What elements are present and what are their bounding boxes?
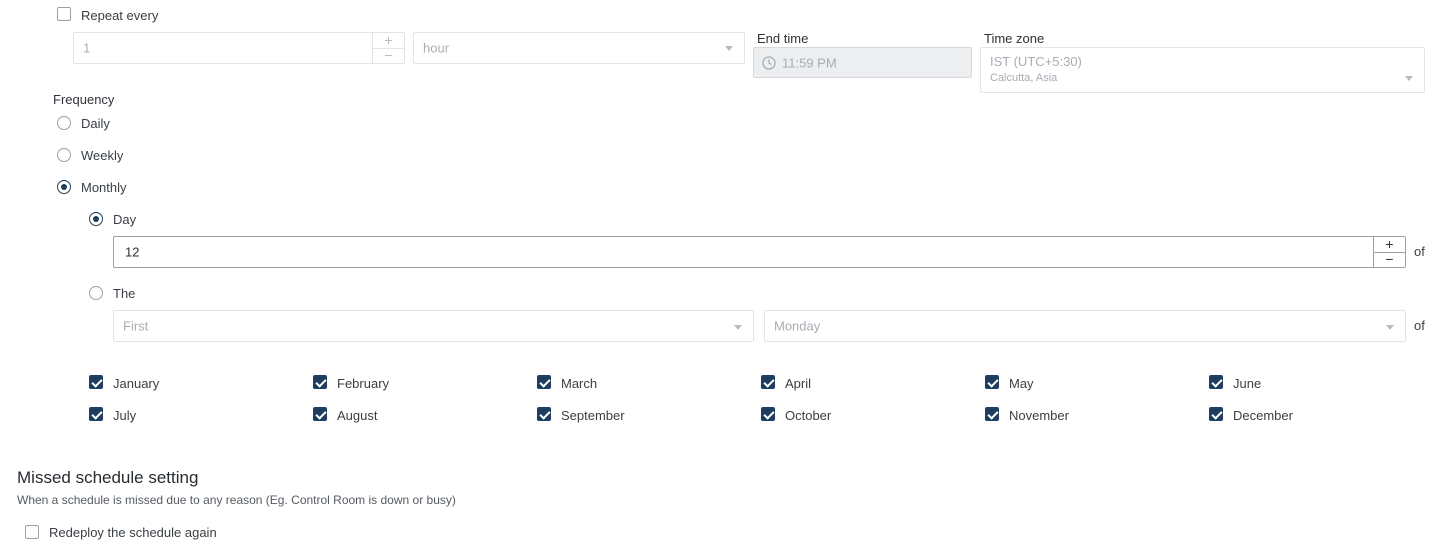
monthly-day-radio[interactable] <box>89 212 103 226</box>
month-may-label: May <box>1009 376 1034 391</box>
missed-schedule-description: When a schedule is missed due to any rea… <box>17 493 456 507</box>
repeat-every-label: Repeat every <box>81 8 159 23</box>
chevron-down-icon <box>725 46 733 51</box>
month-september-checkbox[interactable] <box>537 407 551 421</box>
frequency-weekly-label: Weekly <box>81 148 124 163</box>
day-of-month-stepper[interactable]: + − <box>1373 237 1405 267</box>
month-july-checkbox[interactable] <box>89 407 103 421</box>
clock-icon <box>762 56 776 70</box>
weekday-select[interactable]: Monday <box>764 310 1406 342</box>
ordinal-select[interactable]: First <box>113 310 754 342</box>
repeat-interval-input[interactable]: 1 + − <box>73 32 405 64</box>
month-november-checkbox[interactable] <box>985 407 999 421</box>
decrement-icon[interactable]: − <box>1374 252 1405 267</box>
repeat-interval-value: 1 <box>83 40 91 56</box>
month-august-label: August <box>337 408 378 423</box>
month-october-label: October <box>785 408 832 423</box>
frequency-monthly-radio[interactable] <box>57 180 71 194</box>
frequency-daily-label: Daily <box>81 116 110 131</box>
monthly-day-label: Day <box>113 212 137 227</box>
frequency-label: Frequency <box>53 92 115 107</box>
frequency-daily-radio[interactable] <box>57 116 71 130</box>
repeat-unit-select[interactable]: hour <box>413 32 745 64</box>
the-of-label: of <box>1414 318 1425 333</box>
month-may-checkbox[interactable] <box>985 375 999 389</box>
month-april-label: April <box>785 376 812 391</box>
month-april-checkbox[interactable] <box>761 375 775 389</box>
frequency-monthly-label: Monthly <box>81 180 127 195</box>
month-january-label: January <box>113 376 160 391</box>
month-june-label: June <box>1233 376 1262 391</box>
day-of-month-value: 12 <box>125 244 140 260</box>
weekday-value: Monday <box>774 318 821 334</box>
monthly-the-label: The <box>113 286 136 301</box>
decrement-icon[interactable]: − <box>373 48 404 63</box>
missed-schedule-title: Missed schedule setting <box>17 468 199 487</box>
monthly-the-radio[interactable] <box>89 286 103 300</box>
month-february-label: February <box>337 376 390 391</box>
month-june-checkbox[interactable] <box>1209 375 1223 389</box>
repeat-every-checkbox[interactable] <box>57 7 71 21</box>
end-time-label: End time <box>757 31 809 46</box>
end-time-value: 11:59 PM <box>782 55 837 70</box>
month-march-label: March <box>561 376 598 391</box>
month-december-checkbox[interactable] <box>1209 407 1223 421</box>
month-december-label: December <box>1233 408 1293 423</box>
month-july-label: July <box>113 408 137 423</box>
timezone-label: Time zone <box>984 31 1045 46</box>
repeat-unit-value: hour <box>423 40 450 56</box>
month-august-checkbox[interactable] <box>313 407 327 421</box>
repeat-interval-stepper[interactable]: + − <box>372 33 404 63</box>
month-february-checkbox[interactable] <box>313 375 327 389</box>
chevron-down-icon <box>734 325 742 330</box>
month-october-checkbox[interactable] <box>761 407 775 421</box>
day-of-label: of <box>1414 244 1425 259</box>
frequency-weekly-radio[interactable] <box>57 148 71 162</box>
chevron-down-icon <box>1405 76 1413 81</box>
chevron-down-icon <box>1386 325 1394 330</box>
timezone-value: IST (UTC+5:30) <box>990 54 1082 69</box>
month-march-checkbox[interactable] <box>537 375 551 389</box>
timezone-region: Calcutta, Asia <box>990 72 1058 84</box>
day-of-month-input[interactable]: 12 + − <box>113 236 1406 268</box>
month-january-checkbox[interactable] <box>89 375 103 389</box>
end-time-input[interactable]: 11:59 PM <box>753 47 972 78</box>
month-september-label: September <box>561 408 625 423</box>
redeploy-label: Redeploy the schedule again <box>49 525 217 540</box>
month-november-label: November <box>1009 408 1069 423</box>
ordinal-value: First <box>123 318 149 334</box>
timezone-select[interactable]: IST (UTC+5:30) Calcutta, Asia <box>980 47 1425 93</box>
